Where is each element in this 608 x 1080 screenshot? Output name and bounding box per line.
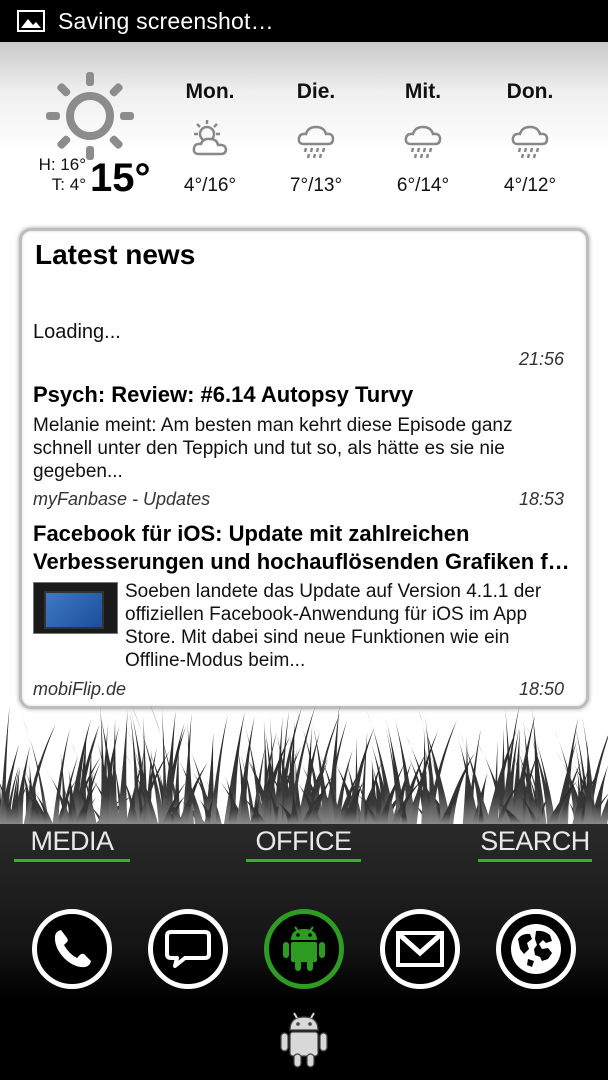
category-media[interactable]: MEDIA <box>14 826 130 862</box>
weather-widget[interactable]: H: 16° T: 4° 15° Mon. 4°/16° Die. 7°/13°… <box>0 42 608 222</box>
news-item-title-line: Facebook für iOS: Update mit zahlreichen <box>33 521 470 546</box>
news-widget: Latest news Loading... 21:56 Psych: Revi… <box>19 228 589 709</box>
forecast-day-name: Don. <box>506 80 554 103</box>
news-item-source: myFanbase - Updates <box>33 489 211 509</box>
browser-button[interactable] <box>496 909 576 989</box>
news-item-body-line: gegeben... <box>33 461 123 482</box>
current-temp: 15° <box>90 156 151 200</box>
news-title: Latest news <box>35 239 196 270</box>
news-item-title-line: Verbesserungen und hochauflösenden Grafi… <box>33 549 570 574</box>
rain-cloud-icon <box>511 125 549 159</box>
news-item-time: 18:53 <box>518 489 564 509</box>
news-item-body: Soeben landete das Update auf Version 4.… <box>125 580 541 672</box>
forecast-day-name: Mit. <box>404 80 442 103</box>
rain-cloud-icon <box>297 125 335 159</box>
status-text: Saving screenshot… <box>58 7 274 34</box>
news-item-body: Melanie meint: Am besten man kehrt diese… <box>33 414 513 483</box>
news-item-source: mobiFlip.de <box>33 679 127 699</box>
globe-icon <box>511 924 561 974</box>
category-office[interactable]: OFFICE <box>246 826 361 862</box>
forecast-day-1: Mon. 4°/16° <box>160 80 260 197</box>
forecast-temp: 4°/16° <box>183 175 237 196</box>
image-icon <box>17 10 45 32</box>
phone-icon <box>54 930 91 968</box>
navigation-bar <box>0 1000 608 1080</box>
messaging-button[interactable] <box>148 909 228 989</box>
message-icon <box>165 930 211 968</box>
app-dock: MEDIA OFFICE SEARCH <box>0 824 608 1000</box>
news-item-body-line: schnell unter den Teppich und tut so, al… <box>33 438 505 459</box>
forecast-day-name: Die. <box>296 80 336 103</box>
high-temp: H: 16° <box>38 155 86 174</box>
forecast-temp: 6°/14° <box>396 175 450 196</box>
forecast-temp: 4°/12° <box>503 175 557 196</box>
status-bar: Saving screenshot… <box>0 0 608 42</box>
category-search[interactable]: SEARCH <box>478 826 592 862</box>
news-item-body-line: Melanie meint: Am besten man kehrt diese… <box>33 415 513 436</box>
news-loading-time: 21:56 <box>518 349 564 369</box>
forecast-day-4: Don. 4°/12° <box>480 80 580 197</box>
low-temp: T: 4° <box>51 175 86 194</box>
phone-button[interactable] <box>32 909 112 989</box>
partly-sunny-icon <box>192 120 228 156</box>
news-item-thumbnail <box>33 582 118 634</box>
gmail-icon <box>396 931 444 967</box>
home-screen: H: 16° T: 4° 15° Mon. 4°/16° Die. 7°/13°… <box>0 42 608 824</box>
app-drawer-button[interactable] <box>264 909 344 989</box>
news-item-title[interactable]: Facebook für iOS: Update mit zahlreichen… <box>33 520 573 576</box>
news-item-body-line: Offline-Modus beim... <box>125 650 306 671</box>
grass-decoration <box>0 704 608 824</box>
news-loading: Loading... <box>33 321 121 343</box>
forecast-day-2: Die. 7°/13° <box>266 80 366 197</box>
forecast-day-name: Mon. <box>185 80 235 103</box>
news-item-body-line: Store. Mit dabei sind neue Funktionen wi… <box>125 627 510 648</box>
gmail-button[interactable] <box>380 909 460 989</box>
news-item-time: 18:50 <box>518 679 564 699</box>
sun-icon <box>46 72 134 160</box>
forecast-temp: 7°/13° <box>289 175 343 196</box>
rain-cloud-icon <box>404 125 442 159</box>
news-item-body-line: Soeben landete das Update auf Version 4.… <box>125 581 542 602</box>
android-icon <box>283 926 325 971</box>
news-item-body-line: offiziellen Facebook-Anwendung für iOS i… <box>125 604 528 625</box>
high-low: H: 16° T: 4° <box>36 155 86 195</box>
news-item-title[interactable]: Psych: Review: #6.14 Autopsy Turvy <box>33 381 573 409</box>
android-home-icon[interactable] <box>278 1010 330 1070</box>
forecast-day-3: Mit. 6°/14° <box>373 80 473 197</box>
